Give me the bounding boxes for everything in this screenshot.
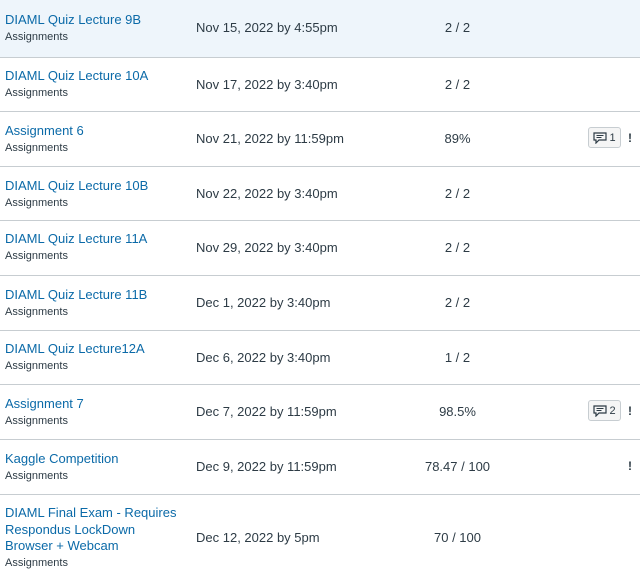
- due-date: Nov 22, 2022 by 3:40pm: [196, 186, 338, 201]
- assignment-context: Assignments: [5, 305, 68, 318]
- due-date: Dec 6, 2022 by 3:40pm: [196, 350, 331, 365]
- assignment-link[interactable]: DIAML Quiz Lecture 11B: [5, 287, 147, 304]
- table-row: DIAML Quiz Lecture 9B Assignments Nov 15…: [0, 0, 640, 57]
- score: 70 / 100: [434, 530, 481, 545]
- assignment-name-cell: DIAML Final Exam - Requires Respondus Lo…: [5, 505, 176, 571]
- table-row: DIAML Quiz Lecture 11B Assignments Dec 1…: [0, 275, 640, 330]
- score: 78.47 / 100: [424, 459, 491, 474]
- table-row: Assignment 6 Assignments Nov 21, 2022 by…: [0, 111, 640, 166]
- due-date: Dec 1, 2022 by 3:40pm: [196, 295, 331, 310]
- assignment-link[interactable]: DIAML Quiz Lecture12A: [5, 341, 145, 358]
- assignment-title-line: Respondus LockDown: [5, 521, 136, 537]
- assignment-link[interactable]: Assignment 6: [5, 123, 84, 140]
- assignment-name-cell: DIAML Quiz Lecture12A Assignments: [5, 341, 145, 374]
- assignment-context: Assignments: [5, 469, 68, 482]
- speech-bubble-icon: [593, 131, 608, 144]
- score: 2 / 2: [444, 240, 471, 255]
- table-row: DIAML Quiz Lecture 10A Assignments Nov 1…: [0, 57, 640, 111]
- status-flag-icon: !: [628, 404, 632, 418]
- assignment-title-line: Browser + Webcam: [5, 538, 119, 553]
- assignment-name-cell: Assignment 6 Assignments: [5, 123, 84, 156]
- comment-count: 1: [609, 131, 616, 144]
- speech-bubble-icon: [593, 404, 608, 417]
- assignment-context: Assignments: [5, 141, 68, 154]
- due-date: Nov 29, 2022 by 3:40pm: [196, 240, 338, 255]
- score: 98.5%: [439, 404, 476, 419]
- assignment-link[interactable]: DIAML Quiz Lecture 10B: [5, 178, 148, 195]
- due-date: Dec 12, 2022 by 5pm: [196, 530, 320, 545]
- assignment-link[interactable]: Kaggle Competition: [5, 451, 118, 468]
- score: 1 / 2: [444, 350, 471, 365]
- comments-button[interactable]: 2: [588, 400, 621, 421]
- assignment-name-cell: DIAML Quiz Lecture 10A Assignments: [5, 68, 148, 101]
- score: 2 / 2: [444, 20, 471, 35]
- assignment-name-cell: Assignment 7 Assignments: [5, 396, 84, 429]
- table-row: DIAML Quiz Lecture12A Assignments Dec 6,…: [0, 330, 640, 384]
- assignment-context: Assignments: [5, 556, 68, 569]
- comment-count: 2: [609, 404, 616, 417]
- assignment-context: Assignments: [5, 414, 68, 427]
- score: 2 / 2: [444, 186, 471, 201]
- score: 2 / 2: [444, 77, 471, 92]
- due-date: Nov 15, 2022 by 4:55pm: [196, 20, 338, 35]
- assignment-context: Assignments: [5, 86, 68, 99]
- grades-table: DIAML Quiz Lecture 9B Assignments Nov 15…: [0, 0, 640, 579]
- comments-button[interactable]: 1: [588, 127, 621, 148]
- assignment-link[interactable]: DIAML Quiz Lecture 11A: [5, 231, 147, 248]
- table-row: Assignment 7 Assignments Dec 7, 2022 by …: [0, 384, 640, 439]
- due-date: Dec 9, 2022 by 11:59pm: [196, 459, 337, 474]
- table-row: DIAML Quiz Lecture 10B Assignments Nov 2…: [0, 166, 640, 220]
- assignment-context: Assignments: [5, 359, 68, 372]
- assignment-name-cell: DIAML Quiz Lecture 10B Assignments: [5, 178, 148, 211]
- assignment-name-cell: Kaggle Competition Assignments: [5, 451, 118, 484]
- assignment-link[interactable]: Assignment 7: [5, 396, 84, 413]
- assignment-name-cell: DIAML Quiz Lecture 11A Assignments: [5, 231, 147, 264]
- score: 89%: [444, 131, 471, 146]
- due-date: Nov 21, 2022 by 11:59pm: [196, 131, 344, 146]
- assignment-name-cell: DIAML Quiz Lecture 9B Assignments: [5, 12, 141, 45]
- assignment-name-cell: DIAML Quiz Lecture 11B Assignments: [5, 287, 147, 320]
- assignment-context: Assignments: [5, 196, 68, 209]
- assignment-context: Assignments: [5, 249, 68, 262]
- table-row: DIAML Final Exam - Requires Respondus Lo…: [0, 494, 640, 579]
- status-flag-icon: !: [628, 131, 632, 145]
- assignment-link[interactable]: DIAML Quiz Lecture 9B: [5, 12, 141, 29]
- table-row: Kaggle Competition Assignments Dec 9, 20…: [0, 439, 640, 494]
- due-date: Dec 7, 2022 by 11:59pm: [196, 404, 337, 419]
- assignment-title-line: DIAML Final Exam - Requires: [5, 505, 177, 520]
- assignment-context: Assignments: [5, 30, 68, 43]
- score: 2 / 2: [444, 295, 471, 310]
- assignment-link[interactable]: DIAML Quiz Lecture 10A: [5, 68, 148, 85]
- due-date: Nov 17, 2022 by 3:40pm: [196, 77, 338, 92]
- status-flag-icon: !: [628, 459, 632, 473]
- assignment-link[interactable]: DIAML Final Exam - Requires Respondus Lo…: [5, 505, 176, 555]
- table-row: DIAML Quiz Lecture 11A Assignments Nov 2…: [0, 220, 640, 275]
